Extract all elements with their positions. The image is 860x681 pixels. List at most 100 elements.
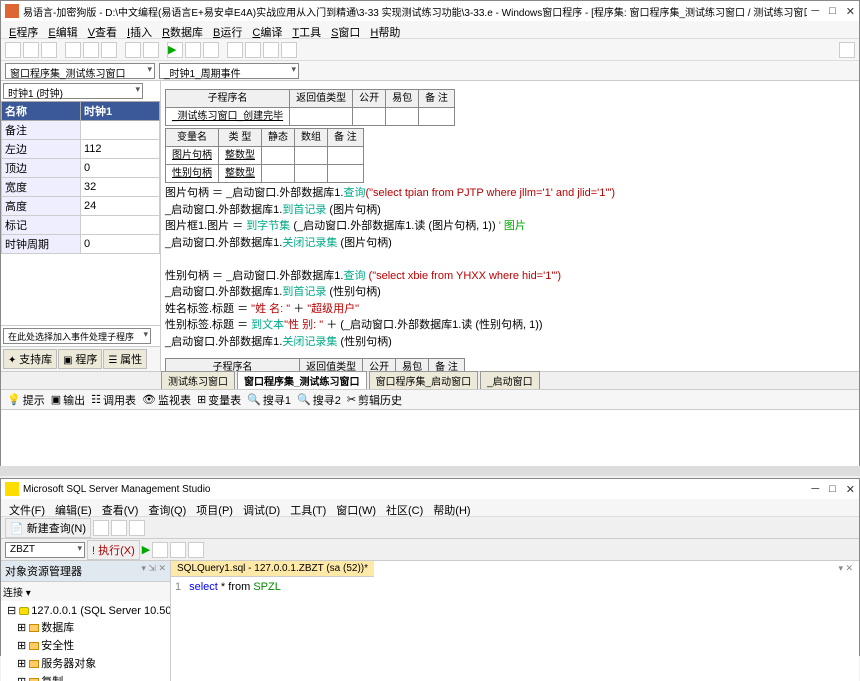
var-table: 变量名类 型静态数组备 注 图片句柄整数型 性别句柄整数型 (165, 128, 364, 183)
minimize-button[interactable]: ─ (811, 483, 819, 496)
app-icon (5, 4, 19, 18)
menu-program[interactable]: EE程序程序 (5, 23, 42, 36)
code-tab-3[interactable]: _启动窗口 (480, 371, 540, 389)
bt-hint[interactable]: 💡 提示 (7, 392, 45, 408)
tool-redo[interactable] (143, 42, 159, 58)
bt-calltable[interactable]: ☷ 调用表 (91, 392, 136, 408)
tb-open[interactable] (93, 520, 109, 536)
object-tree[interactable]: ⊟ 127.0.0.1 (SQL Server 10.50.1600 ⊞ 数据库… (1, 601, 170, 681)
left-tabs: ✦ 支持库 ▣ 程序 ☰ 属性 (1, 346, 160, 371)
tree-replication[interactable]: ⊞ 复制 (3, 672, 168, 681)
code-editor[interactable]: 子程序名返回值类型公开易包备 注 _测试练习窗口_创建完毕 变量名类 型静态数组… (161, 81, 859, 371)
output-pane[interactable] (1, 409, 859, 469)
tb-saveall[interactable] (129, 520, 145, 536)
menu-edit2[interactable]: 编辑(E) (51, 501, 96, 514)
event-combo[interactable]: _时钟1_周期事件 (159, 63, 299, 79)
code-tab-1[interactable]: 窗口程序集_测试练习窗口 (237, 371, 367, 389)
tb-plan[interactable] (170, 542, 186, 558)
new-query-button[interactable]: 📄 新建查询(N) (5, 518, 91, 538)
tree-databases[interactable]: ⊞ 数据库 (3, 618, 168, 636)
property-grid[interactable]: 名称时钟1备注左边112顶边0宽度32高度24标记时钟周期0 (1, 101, 160, 325)
tab-properties[interactable]: ☰ 属性 (103, 349, 147, 369)
bt-find1[interactable]: 🔍 搜寻1 (247, 392, 291, 408)
close-button[interactable]: ✕ (846, 5, 855, 18)
bt-vars[interactable]: ⊞ 变量表 (197, 392, 241, 408)
menu-query[interactable]: 查询(Q) (144, 501, 190, 514)
menu-project[interactable]: 项目(P) (192, 501, 237, 514)
code-tab-2[interactable]: 窗口程序集_启动窗口 (369, 371, 479, 389)
sql-tab[interactable]: SQLQuery1.sql - 127.0.0.1.ZBZT (sa (52))… (171, 561, 374, 577)
bt-watch[interactable]: 👁 监视表 (142, 392, 191, 408)
win1-menubar: EE程序程序 E编辑 V查看 I插入 R数据库 B运行 C编译 T工具 S窗口 … (1, 21, 859, 39)
execute-button[interactable]: ! 执行(X) (87, 540, 140, 560)
maximize-button[interactable]: □ (829, 5, 836, 18)
tool-stepover[interactable] (245, 42, 261, 58)
menu-tools[interactable]: T工具 (288, 23, 325, 36)
tool-stepout[interactable] (263, 42, 279, 58)
tree-security[interactable]: ⊞ 安全性 (3, 636, 168, 654)
tb-parse[interactable] (152, 542, 168, 558)
object-combo[interactable]: 时钟1 (时钟) (3, 83, 143, 99)
tb-opts[interactable] (188, 542, 204, 558)
object-explorer: 对象资源管理器▾ ⇲ ✕ 连接 ▾ ⊟ 127.0.0.1 (SQL Serve… (1, 561, 171, 681)
menu-file[interactable]: 文件(F) (5, 501, 49, 514)
menu-debug[interactable]: 调试(D) (239, 501, 284, 514)
tool-breakpoint[interactable] (281, 42, 297, 58)
tb-save[interactable] (111, 520, 127, 536)
menu-view[interactable]: V查看 (84, 23, 121, 36)
minimize-button[interactable]: ─ (811, 5, 819, 18)
pin-icon[interactable]: ▾ ⇲ ✕ (141, 563, 166, 579)
menu-compile[interactable]: C编译 (248, 23, 286, 36)
tool-copy[interactable] (83, 42, 99, 58)
tab-support-lib[interactable]: ✦ 支持库 (3, 349, 57, 369)
module-combo[interactable]: 窗口程序集_测试练习窗口 (5, 63, 155, 79)
connect-bar[interactable]: 连接 ▾ (1, 582, 170, 601)
menu-insert[interactable]: I插入 (123, 23, 156, 36)
code-tab-0[interactable]: 测试练习窗口 (161, 371, 235, 389)
debug-button[interactable]: ▶ (142, 543, 150, 556)
menu-view2[interactable]: 查看(V) (98, 501, 143, 514)
menu-community[interactable]: 社区(C) (382, 501, 427, 514)
tool-pause[interactable] (185, 42, 201, 58)
sub-table-1: 子程序名返回值类型公开易包备 注 _测试练习窗口_创建完毕 (165, 89, 455, 126)
tool-stop[interactable] (203, 42, 219, 58)
menu-edit[interactable]: E编辑 (44, 23, 81, 36)
bt-output[interactable]: ▣ 输出 (51, 392, 85, 408)
tool-save[interactable] (41, 42, 57, 58)
menu-tools2[interactable]: 工具(T) (286, 501, 330, 514)
tool-open[interactable] (23, 42, 39, 58)
tool-step[interactable] (227, 42, 243, 58)
menu-window[interactable]: S窗口 (327, 23, 364, 36)
line-number: 1 (175, 581, 181, 593)
property-panel: 时钟1 (时钟) 名称时钟1备注左边112顶边0宽度32高度24标记时钟周期0 … (1, 81, 161, 371)
sql-editor[interactable]: 1select * from SPZL (171, 577, 859, 681)
win1-toolbar: ▶ (1, 39, 859, 61)
event-handler-combo[interactable]: 在此处选择加入事件处理子程序 (3, 328, 151, 344)
menu-help2[interactable]: 帮助(H) (429, 501, 474, 514)
bt-clip[interactable]: ✂ 剪辑历史 (347, 392, 402, 408)
tree-server[interactable]: ⊟ 127.0.0.1 (SQL Server 10.50.1600 (3, 603, 168, 618)
tool-cut[interactable] (65, 42, 81, 58)
menu-help[interactable]: H帮助 (366, 23, 404, 36)
menu-window2[interactable]: 窗口(W) (332, 501, 380, 514)
maximize-button[interactable]: □ (829, 483, 836, 496)
win1-combo-bar: 窗口程序集_测试练习窗口 _时钟1_周期事件 (1, 61, 859, 81)
tool-new[interactable] (5, 42, 21, 58)
bt-find2[interactable]: 🔍 搜寻2 (297, 392, 341, 408)
win1-title: 易语言-加密狗版 - D:\中文编程(易语言E+易安卓E4A)实战应用从入门到精… (23, 4, 807, 19)
ssms-icon (5, 482, 19, 496)
code-tabs: 测试练习窗口 窗口程序集_测试练习窗口 窗口程序集_启动窗口 _启动窗口 (1, 371, 859, 389)
tool-paste[interactable] (101, 42, 117, 58)
db-combo[interactable]: ZBZT (5, 542, 85, 558)
menu-run[interactable]: B运行 (209, 23, 246, 36)
menu-database[interactable]: R数据库 (158, 23, 207, 36)
sql-close-icon[interactable]: ▾ ✕ (832, 561, 859, 576)
tool-run[interactable]: ▶ (167, 42, 183, 58)
close-button[interactable]: ✕ (846, 483, 855, 496)
tab-program[interactable]: ▣ 程序 (58, 349, 102, 369)
win1-titlebar: 易语言-加密狗版 - D:\中文编程(易语言E+易安卓E4A)实战应用从入门到精… (1, 1, 859, 21)
sub-table-2: 子程序名返回值类型公开易包备 注 _测试练习窗口_尺寸被改变 (165, 358, 465, 371)
tree-serverobj[interactable]: ⊞ 服务器对象 (3, 654, 168, 672)
tool-undo[interactable] (125, 42, 141, 58)
tool-refresh[interactable] (839, 42, 855, 58)
